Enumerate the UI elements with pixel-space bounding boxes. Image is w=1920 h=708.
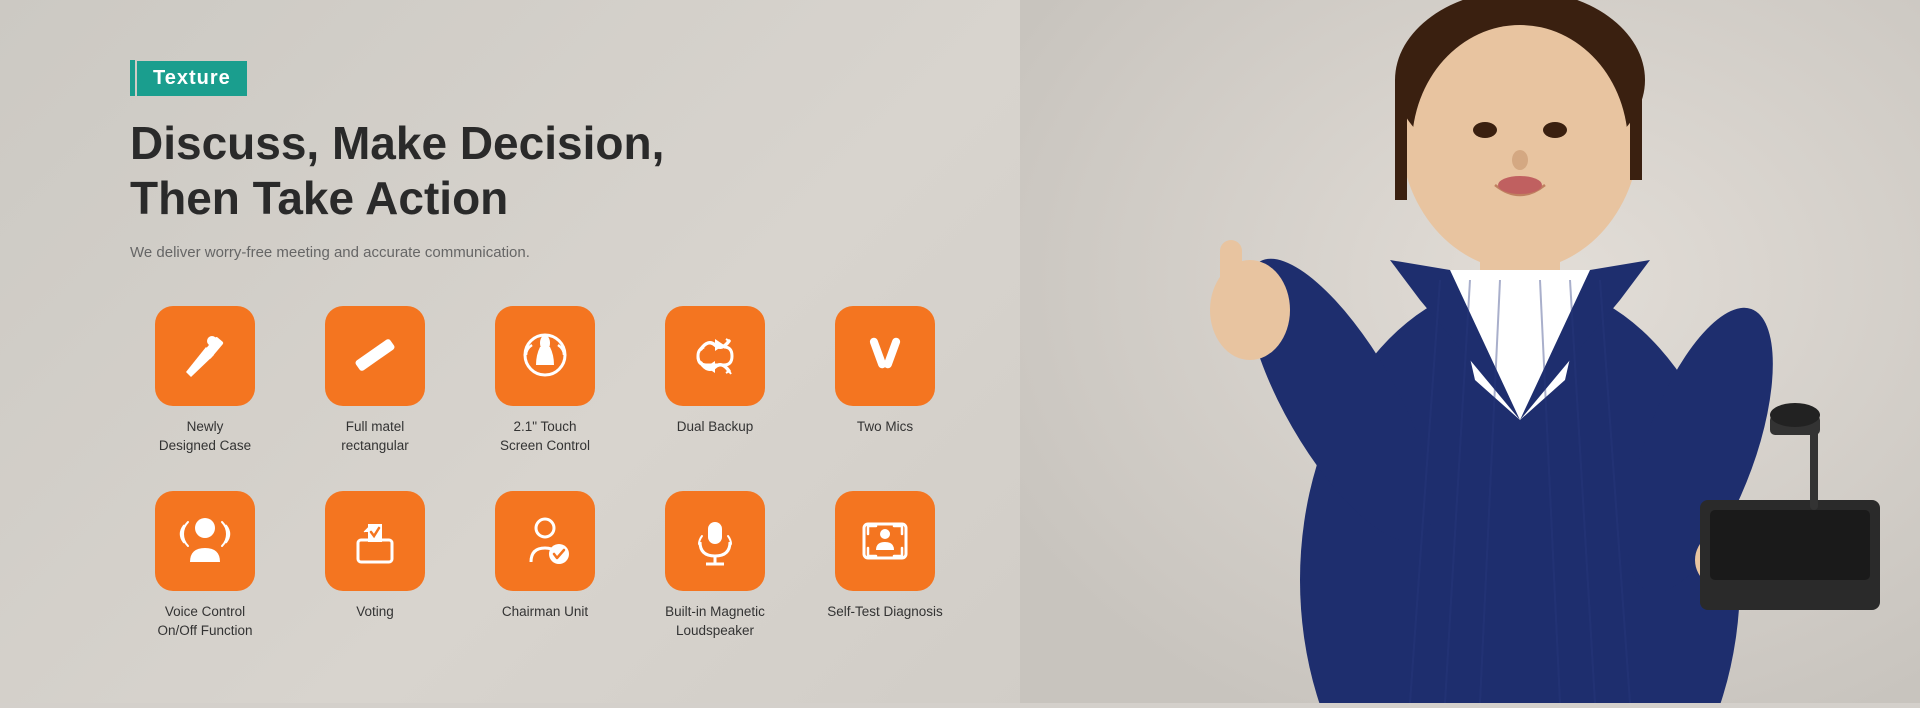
heading-line2: Then Take Action <box>130 171 1030 226</box>
touch-icon <box>516 327 574 385</box>
backup-icon <box>686 327 744 385</box>
icon-box-chairman <box>495 491 595 591</box>
feature-label-voice: Voice ControlOn/Off Function <box>157 603 252 641</box>
feature-two-mics: Two Mics <box>810 306 960 456</box>
mics-icon <box>856 327 914 385</box>
speaker-icon <box>686 512 744 570</box>
diagnosis-icon <box>856 512 914 570</box>
feature-touch-screen: 2.1" TouchScreen Control <box>470 306 620 456</box>
feature-label-voting: Voting <box>356 603 394 622</box>
feature-full-matel: Full matelrectangular <box>300 306 450 456</box>
icon-box-mics <box>835 306 935 406</box>
feature-diagnosis: Self-Test Diagnosis <box>810 491 960 641</box>
texture-label: Texture <box>137 61 247 96</box>
texture-badge: Texture <box>130 60 247 96</box>
feature-label-touch: 2.1" TouchScreen Control <box>500 418 590 456</box>
icon-box-diagnosis <box>835 491 935 591</box>
icon-box-rectangular <box>325 306 425 406</box>
feature-label-backup: Dual Backup <box>677 418 754 437</box>
feature-voice-control: Voice ControlOn/Off Function <box>130 491 280 641</box>
heading-line1: Discuss, Make Decision, <box>130 116 1030 171</box>
icon-box-voting <box>325 491 425 591</box>
voice-icon <box>176 512 234 570</box>
page-wrapper: Texture Discuss, Make Decision, Then Tak… <box>0 0 1920 703</box>
feature-voting: Voting <box>300 491 450 641</box>
icon-box-voice <box>155 491 255 591</box>
feature-label-chairman: Chairman Unit <box>502 603 588 622</box>
feature-label-case: NewlyDesigned Case <box>159 418 251 456</box>
case-icon <box>176 327 234 385</box>
feature-chairman-unit: Chairman Unit <box>470 491 620 641</box>
subtitle: We deliver worry-free meeting and accura… <box>130 244 1030 261</box>
feature-label-speaker: Built-in MagneticLoudspeaker <box>665 603 765 641</box>
person-image <box>1020 0 1920 703</box>
chairman-icon <box>516 512 574 570</box>
icon-box-backup <box>665 306 765 406</box>
feature-label-mics: Two Mics <box>857 418 913 437</box>
features-grid: NewlyDesigned Case Full matelrectangular <box>130 306 1030 641</box>
feature-label-rectangular: Full matelrectangular <box>341 418 409 456</box>
voting-icon <box>346 512 404 570</box>
main-heading: Discuss, Make Decision, Then Take Action <box>130 116 1030 226</box>
icon-box-touch <box>495 306 595 406</box>
feature-label-diagnosis: Self-Test Diagnosis <box>827 603 943 622</box>
content-area: Texture Discuss, Make Decision, Then Tak… <box>130 60 1030 641</box>
feature-speaker: Built-in MagneticLoudspeaker <box>640 491 790 641</box>
icon-box-speaker <box>665 491 765 591</box>
rectangular-icon <box>346 327 404 385</box>
feature-newly-designed-case: NewlyDesigned Case <box>130 306 280 456</box>
texture-bar <box>130 60 135 96</box>
icon-box-case <box>155 306 255 406</box>
feature-dual-backup: Dual Backup <box>640 306 790 456</box>
